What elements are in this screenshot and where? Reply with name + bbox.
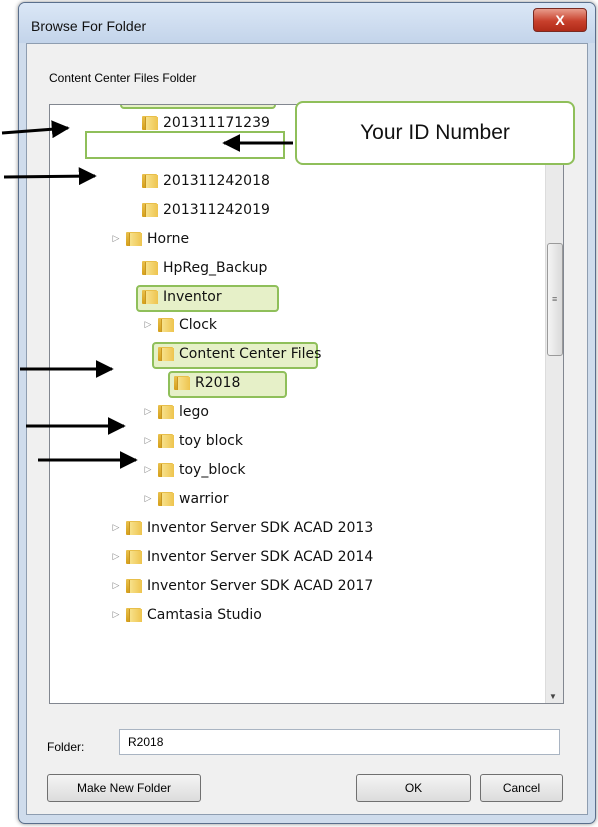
ok-button[interactable]: OK xyxy=(356,774,471,802)
tree-item-label: Inventor xyxy=(163,288,222,305)
folder-input[interactable] xyxy=(119,729,560,755)
folder-icon xyxy=(126,231,142,246)
tree-item-label: toy_block xyxy=(179,462,246,479)
tree-item[interactable]: ▷ Clock xyxy=(142,312,218,338)
folder-icon xyxy=(126,549,142,564)
tree-item-label: 201311242019 xyxy=(163,201,270,218)
tree-item-label: R2018 xyxy=(195,375,241,392)
tree-item[interactable]: ▷ Inventor Server SDK ACAD 2017 xyxy=(110,573,374,599)
tree-item[interactable]: ▷ lego xyxy=(142,399,209,425)
tree-item-label: lego xyxy=(179,404,209,421)
tree-item-label: 201311171239 xyxy=(163,114,270,131)
folder-icon xyxy=(126,607,142,622)
folder-icon xyxy=(142,115,158,130)
folder-icon xyxy=(158,492,174,507)
id-number-callout: Your ID Number xyxy=(295,101,575,165)
tree-item[interactable]: Inventor xyxy=(126,284,222,310)
dialog-description: Content Center Files Folder xyxy=(49,71,197,85)
close-button[interactable]: X xyxy=(533,8,587,32)
tree-item[interactable]: ▷ Inventor Server SDK ACAD 2013 xyxy=(110,515,374,541)
expand-arrow-icon[interactable]: ▷ xyxy=(110,234,122,244)
tree-item-label: Inventor Server SDK ACAD 2014 xyxy=(147,548,374,565)
tree-item-label: HpReg_Backup xyxy=(163,259,268,276)
tree-item[interactable]: 201311242019 xyxy=(126,197,270,223)
tree-item-label: Camtasia Studio xyxy=(147,606,262,623)
tree-item-label: toy block xyxy=(179,433,243,450)
dialog-title: Browse For Folder xyxy=(31,18,147,34)
tree-item[interactable]: ▷ Camtasia Studio xyxy=(110,602,262,628)
folder-icon xyxy=(142,173,158,188)
tree-item[interactable]: R2018 xyxy=(158,370,240,396)
folder-icon xyxy=(158,434,174,449)
tree-item[interactable]: 201311242018 xyxy=(126,168,270,194)
expand-arrow-icon[interactable]: ▷ xyxy=(110,581,122,591)
tree-item-label: warrior xyxy=(179,491,229,508)
expand-arrow-icon[interactable]: ▷ xyxy=(110,552,122,562)
folder-tree[interactable]: ▲ ≡ ▼ My Documents2013111712392013111712… xyxy=(49,104,564,704)
folder-icon xyxy=(126,520,142,535)
folder-icon xyxy=(126,578,142,593)
tree-item[interactable]: ▷ warrior xyxy=(142,486,229,512)
tree-item-label: Horne xyxy=(147,230,190,247)
vertical-scrollbar[interactable]: ▲ ≡ ▼ xyxy=(545,105,563,703)
tree-item-label: Inventor Server SDK ACAD 2017 xyxy=(147,577,374,594)
folder-icon xyxy=(174,376,190,391)
expand-arrow-icon[interactable]: ▷ xyxy=(110,523,122,533)
cancel-button[interactable]: Cancel xyxy=(480,774,563,802)
scroll-thumb[interactable]: ≡ xyxy=(547,243,563,356)
tree-item-label: Clock xyxy=(179,317,218,334)
tree-item[interactable]: My Documents xyxy=(110,105,252,107)
folder-icon xyxy=(142,202,158,217)
folder-icon xyxy=(142,260,158,275)
tree-item-label: Inventor Server SDK ACAD 2013 xyxy=(147,519,374,536)
folder-icon xyxy=(158,347,174,362)
make-new-folder-button[interactable]: Make New Folder xyxy=(47,774,201,802)
tree-item[interactable]: ▷ toy_block xyxy=(142,457,246,483)
scroll-down-icon[interactable]: ▼ xyxy=(549,692,557,701)
tree-item[interactable]: ▷ toy block xyxy=(142,428,243,454)
tree-item[interactable]: HpReg_Backup xyxy=(126,255,267,281)
tree-item[interactable]: Content Center Files xyxy=(142,341,321,367)
grip-icon: ≡ xyxy=(552,294,558,304)
tree-item-label: Content Center Files xyxy=(179,346,322,363)
id-number-entry-box xyxy=(85,131,285,159)
expand-arrow-icon[interactable]: ▷ xyxy=(142,320,154,330)
expand-arrow-icon[interactable]: ▷ xyxy=(110,610,122,620)
expand-arrow-icon[interactable]: ▷ xyxy=(142,465,154,475)
folder-icon xyxy=(158,405,174,420)
tree-item[interactable]: ▷ Inventor Server SDK ACAD 2014 xyxy=(110,544,374,570)
folder-icon xyxy=(158,318,174,333)
folder-icon xyxy=(158,463,174,478)
tree-item[interactable]: ▷ Horne xyxy=(110,226,190,252)
title-bar[interactable]: Browse For Folder X xyxy=(19,3,595,43)
expand-arrow-icon[interactable]: ▷ xyxy=(142,436,154,446)
expand-arrow-icon[interactable]: ▷ xyxy=(142,407,154,417)
expand-arrow-icon[interactable]: ▷ xyxy=(142,494,154,504)
tree-item-label: 201311242018 xyxy=(163,172,270,189)
folder-label: Folder: xyxy=(47,740,85,754)
folder-icon xyxy=(142,289,158,304)
